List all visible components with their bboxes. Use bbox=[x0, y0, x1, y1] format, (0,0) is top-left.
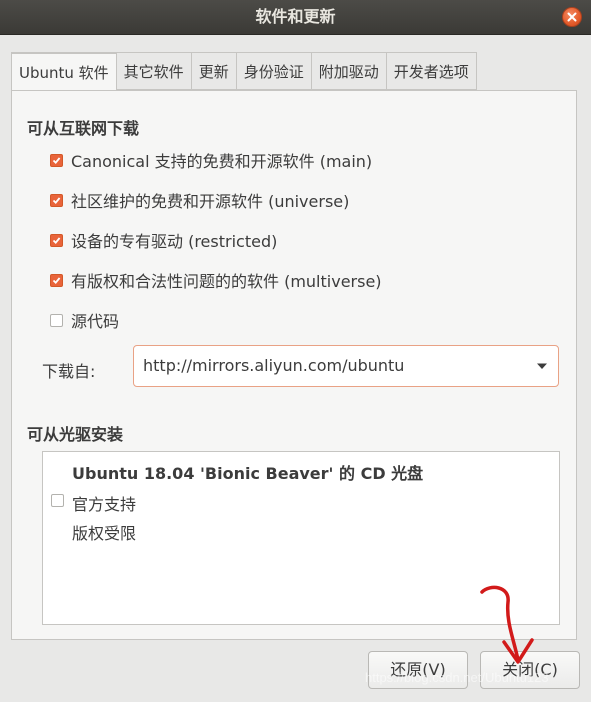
cdrom-checkbox[interactable] bbox=[51, 494, 64, 507]
cdrom-disc-title: Ubuntu 18.04 'Bionic Beaver' 的 CD 光盘 bbox=[72, 464, 424, 483]
watermark: https://blog.csdn.net/Ubuntu123 bbox=[365, 670, 549, 685]
source-main-label: Canonical 支持的免费和开源软件 (main) bbox=[71, 152, 373, 171]
source-multiverse-label: 有版权和合法性问题的的软件 (multiverse) bbox=[71, 272, 382, 291]
cdrom-official-support: 官方支持 bbox=[72, 495, 137, 514]
annotation-arrow-icon bbox=[480, 585, 534, 664]
source-main-checkbox[interactable]: Canonical 支持的免费和开源软件 (main) bbox=[50, 148, 372, 172]
close-icon bbox=[567, 12, 577, 22]
download-server-value: http://mirrors.aliyun.com/ubuntu bbox=[143, 356, 405, 375]
tab-updates[interactable]: 更新 bbox=[191, 52, 237, 90]
download-from-label: 下载自: bbox=[42, 362, 96, 381]
cdrom-section-title: 可从光驱安装 bbox=[27, 425, 124, 444]
tab-other-software[interactable]: 其它软件 bbox=[116, 52, 192, 90]
close-window-button[interactable] bbox=[562, 7, 582, 27]
window-title: 软件和更新 bbox=[255, 7, 336, 26]
internet-section-title: 可从互联网下载 bbox=[27, 119, 140, 138]
source-universe-checkbox[interactable]: 社区维护的免费和开源软件 (universe) bbox=[50, 188, 349, 212]
source-code-checkbox[interactable]: 源代码 bbox=[50, 308, 119, 332]
checkbox-checked-icon bbox=[50, 273, 63, 287]
source-universe-label: 社区维护的免费和开源软件 (universe) bbox=[71, 192, 350, 211]
checkbox-checked-icon bbox=[50, 233, 63, 247]
tab-ubuntu-software[interactable]: Ubuntu 软件 bbox=[11, 52, 117, 91]
dropdown-arrow-icon bbox=[537, 363, 547, 369]
tab-developer-options[interactable]: 开发者选项 bbox=[386, 52, 477, 90]
tab-additional-drivers[interactable]: 附加驱动 bbox=[311, 52, 387, 90]
tab-bar: Ubuntu 软件 其它软件 更新 身份验证 附加驱动 开发者选项 bbox=[11, 52, 477, 91]
source-restricted-checkbox[interactable]: 设备的专有驱动 (restricted) bbox=[50, 228, 277, 252]
tab-panel: 可从互联网下载 Canonical 支持的免费和开源软件 (main) 社区维护… bbox=[11, 90, 577, 640]
cdrom-restricted-copyright: 版权受限 bbox=[72, 524, 137, 543]
source-restricted-label: 设备的专有驱动 (restricted) bbox=[71, 232, 278, 251]
tab-authentication[interactable]: 身份验证 bbox=[236, 52, 312, 90]
checkbox-checked-icon bbox=[50, 153, 63, 167]
download-server-dropdown[interactable]: http://mirrors.aliyun.com/ubuntu bbox=[133, 345, 559, 387]
title-bar: 软件和更新 bbox=[0, 0, 591, 35]
checkbox-checked-icon bbox=[50, 193, 63, 207]
source-code-label: 源代码 bbox=[71, 312, 120, 331]
source-multiverse-checkbox[interactable]: 有版权和合法性问题的的软件 (multiverse) bbox=[50, 268, 382, 292]
checkbox-unchecked-icon bbox=[50, 313, 63, 327]
